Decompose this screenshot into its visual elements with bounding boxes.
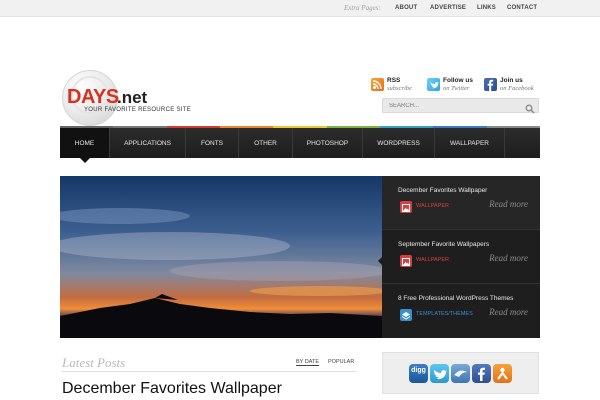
read-more-link[interactable]: Read more	[489, 307, 528, 317]
slider-list: December Favorites Wallpaper WALLPAPER R…	[382, 176, 540, 338]
nav-item-photoshop[interactable]: PHOTOSHOP	[293, 128, 363, 158]
extra-pages-label: Extra Pages:	[344, 4, 381, 12]
search-input[interactable]	[389, 101, 514, 111]
wallpaper-category-icon	[400, 201, 412, 213]
facebook-share-icon[interactable]	[472, 364, 491, 383]
nav-item-applications[interactable]: APPLICATIONS	[110, 128, 186, 158]
top-link-links[interactable]: LINKS	[477, 5, 496, 11]
slider-item-category[interactable]: WALLPAPER	[416, 203, 449, 209]
latest-posts-title: Latest Posts	[62, 355, 126, 370]
nav-item-home[interactable]: HOME	[60, 128, 110, 158]
social-twitter-sub: on Twitter	[443, 85, 470, 92]
share-box: digg	[382, 352, 539, 394]
social-facebook-title: Join us	[500, 77, 523, 84]
slider-item-category[interactable]: WALLPAPER	[416, 257, 449, 263]
top-link-advertise[interactable]: ADVERTISE	[430, 5, 466, 11]
main-nav: HOME APPLICATIONS FONTS OTHER PHOTOSHOP …	[60, 128, 540, 158]
search-box	[382, 98, 539, 114]
post-title[interactable]: December Favorites Wallpaper	[62, 380, 282, 398]
tab-by-date[interactable]: BY DATE	[296, 359, 320, 366]
twitter-icon	[427, 78, 440, 91]
nav-item-fonts[interactable]: FONTS	[186, 128, 239, 158]
logo-net-text: .net	[117, 88, 148, 107]
logo-tagline: YOUR FAVORITE RESOURCE SITE	[84, 107, 192, 113]
featured-slider: December Favorites Wallpaper WALLPAPER R…	[60, 176, 540, 338]
logo-days-text: DAYS	[67, 86, 119, 108]
slider-item-title: September Favorite Wallpapers	[398, 241, 490, 248]
social-facebook-sub: on Facebook	[500, 85, 534, 92]
slider-item[interactable]: December Favorites Wallpaper WALLPAPER R…	[382, 176, 540, 230]
latest-posts-header: Latest Posts BY DATE POPULAR	[62, 354, 356, 372]
slider-item-title: 8 Free Professional WordPress Themes	[398, 295, 514, 302]
slider-item[interactable]: September Favorite Wallpapers WALLPAPER …	[382, 230, 540, 284]
top-utility-bar: Extra Pages: ABOUT ADVERTISE LINKS CONTA…	[0, 0, 600, 17]
slider-item-category[interactable]: TEMPLATES/THEMES	[416, 311, 473, 317]
nav-item-wordpress[interactable]: WORDPRESS	[363, 128, 435, 158]
templates-category-icon	[400, 309, 412, 321]
twitter-share-icon[interactable]	[430, 364, 449, 383]
slider-item[interactable]: 8 Free Professional WordPress Themes TEM…	[382, 284, 540, 338]
facebook-icon	[484, 78, 497, 91]
site-logo[interactable]: DAYS .net YOUR FAVORITE RESOURCE SITE	[62, 70, 202, 126]
search-icon[interactable]	[525, 101, 535, 114]
digg-icon[interactable]: digg	[409, 364, 428, 383]
social-rss-sub: subscribe	[387, 85, 412, 92]
social-rss-title: RSS	[387, 77, 401, 84]
read-more-link[interactable]: Read more	[489, 253, 528, 263]
featured-image[interactable]	[60, 176, 382, 338]
rss-icon	[371, 78, 384, 91]
social-twitter-title: Follow us	[443, 77, 473, 84]
slider-item-title: December Favorites Wallpaper	[398, 187, 488, 194]
top-link-about[interactable]: ABOUT	[395, 5, 417, 11]
read-more-link[interactable]: Read more	[489, 199, 528, 209]
wallpaper-category-icon	[400, 255, 412, 267]
nav-item-wallpaper[interactable]: WALLPAPER	[435, 128, 505, 158]
slider-active-arrow	[378, 256, 383, 266]
stumbleupon-icon[interactable]	[493, 364, 512, 383]
top-link-contact[interactable]: CONTACT	[507, 5, 537, 11]
nav-active-pointer	[80, 158, 90, 163]
tab-popular[interactable]: POPULAR	[328, 359, 354, 365]
sunset-landscape-image	[60, 176, 382, 338]
nav-item-other[interactable]: OTHER	[239, 128, 293, 158]
delicious-icon[interactable]	[451, 364, 470, 383]
